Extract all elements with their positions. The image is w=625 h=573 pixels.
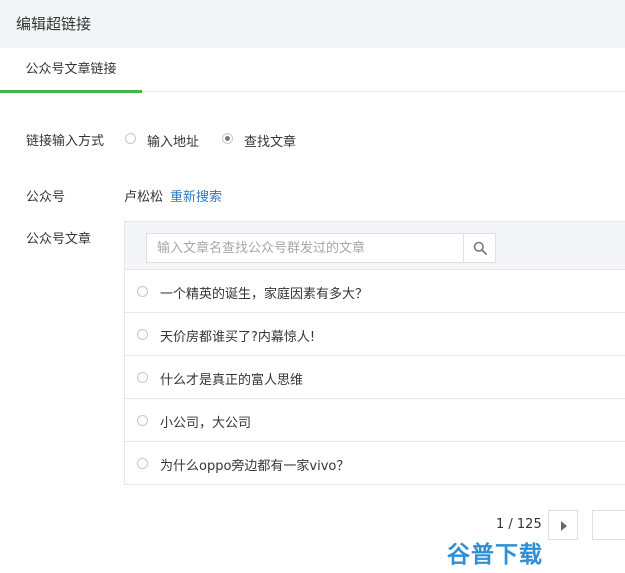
active-tab-indicator [0,90,142,93]
article-search-input[interactable] [147,234,463,262]
page-indicator: 1 / 125 [496,517,542,532]
tab-label: 公众号文章链接 [25,62,117,77]
tab-bar: 公众号文章链接 [0,48,625,93]
article-list: 一个精英的诞生，家庭因素有多大？ 天价房都谁买了?内幕惊人! 什么才是真正的富人… [125,270,625,485]
article-radio[interactable] [137,329,148,340]
search-box [146,233,464,263]
dialog-header: 编辑超链接 [0,0,625,48]
article-radio[interactable] [137,372,148,383]
search-icon [473,241,487,255]
search-button[interactable] [464,233,496,263]
search-area [125,222,625,270]
account-name: 卢松松 [124,190,164,205]
article-radio[interactable] [137,286,148,297]
list-item[interactable]: 一个精英的诞生，家庭因素有多大？ [125,270,625,313]
page-jump-input[interactable] [592,510,625,540]
article-title: 天价房都谁买了?内幕惊人! [160,330,316,345]
article-radio[interactable] [137,415,148,426]
radio-input-address[interactable] [125,133,136,144]
list-item[interactable]: 天价房都谁买了?内幕惊人! [125,313,625,356]
article-title: 什么才是真正的富人思维 [160,373,304,388]
article-title: 小公司，大公司 [160,416,252,431]
article-title: 为什么oppo旁边都有一家vivo？ [160,459,350,474]
option-input-address-label[interactable]: 输入地址 [147,131,199,150]
article-radio[interactable] [137,458,148,469]
watermark-text: 谷普下载 [447,542,543,568]
link-method-label: 链接输入方式 [26,134,105,149]
article-panel: 一个精英的诞生，家庭因素有多大？ 天价房都谁买了?内幕惊人! 什么才是真正的富人… [124,221,625,485]
research-link[interactable]: 重新搜索 [170,186,222,205]
list-item[interactable]: 什么才是真正的富人思维 [125,356,625,399]
tab-official-account-article-link[interactable]: 公众号文章链接 [0,48,142,93]
account-label: 公众号 [26,190,66,205]
articles-label: 公众号文章 [26,232,92,247]
article-title: 一个精英的诞生，家庭因素有多大？ [160,287,369,302]
radio-find-article[interactable] [222,133,233,144]
watermark-logo: 谷普下载 [447,535,571,568]
list-item[interactable]: 为什么oppo旁边都有一家vivo？ [125,442,625,485]
list-item[interactable]: 小公司，大公司 [125,399,625,442]
dialog-title: 编辑超链接 [16,15,92,33]
option-find-article-label[interactable]: 查找文章 [244,131,296,150]
